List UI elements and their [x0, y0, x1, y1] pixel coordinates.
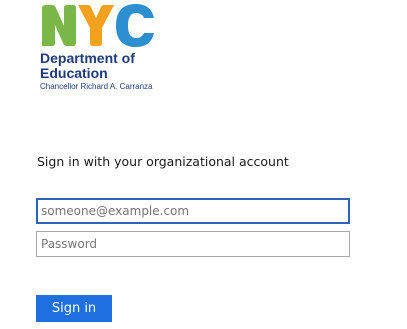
logo-education-text: Education [40, 65, 108, 81]
sign-in-button[interactable]: Sign in [36, 295, 112, 322]
password-field[interactable] [36, 231, 350, 257]
nyc-logo-mark [42, 4, 154, 47]
nyc-doe-logo: Department of Education Chancellor Richa… [38, 4, 198, 92]
sign-in-heading: Sign in with your organizational account [37, 154, 289, 169]
sign-in-page: Department of Education Chancellor Richa… [0, 0, 407, 329]
logo-chancellor-text: Chancellor Richard A. Carranza [40, 82, 153, 91]
email-field[interactable] [36, 198, 350, 224]
logo-department-text: Department of [40, 50, 135, 66]
